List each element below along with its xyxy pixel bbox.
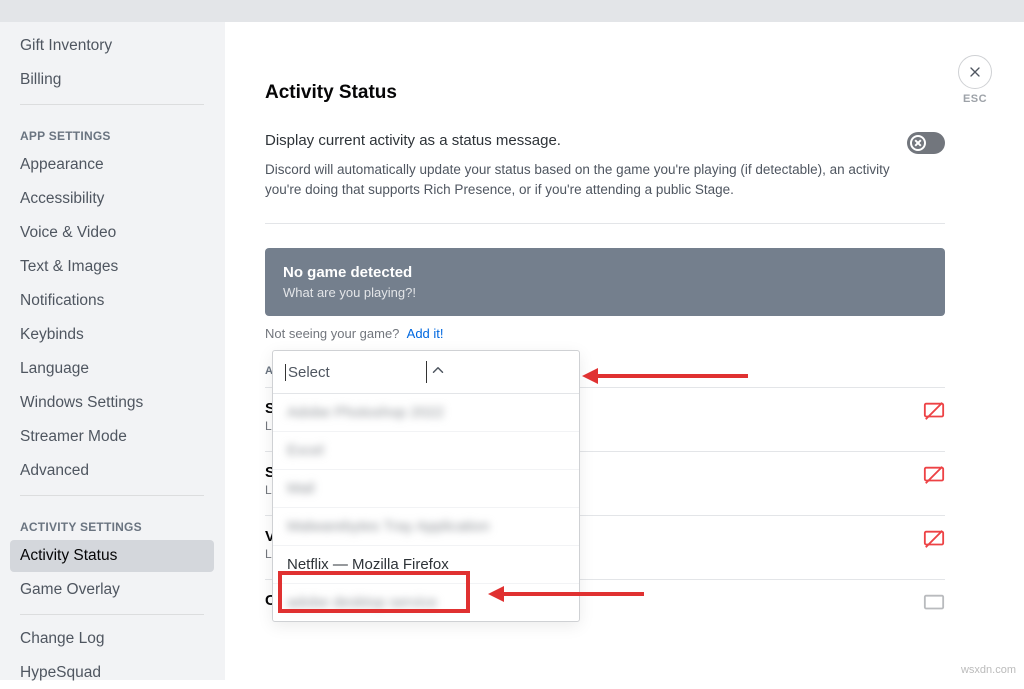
sidebar-item-streamer-mode[interactable]: Streamer Mode — [10, 421, 214, 453]
sidebar-item-gift-inventory[interactable]: Gift Inventory — [10, 30, 214, 62]
sidebar-item-activity-status[interactable]: Activity Status — [10, 540, 214, 572]
select-option[interactable]: Malwarebytes Tray Application — [273, 507, 579, 545]
sidebar-item-voice-video[interactable]: Voice & Video — [10, 217, 214, 249]
divider — [20, 614, 204, 615]
select-option[interactable]: Excel — [273, 431, 579, 469]
annotation-arrow — [488, 586, 644, 602]
sidebar-item-billing[interactable]: Billing — [10, 64, 214, 96]
sidebar-item-game-overlay[interactable]: Game Overlay — [10, 574, 214, 606]
banner-subtitle: What are you playing?! — [283, 285, 927, 300]
divider — [265, 223, 945, 224]
sidebar-item-hypesquad[interactable]: HypeSquad — [10, 657, 214, 689]
divider — [20, 104, 204, 105]
toggle-label-display-activity: Display current activity as a status mes… — [265, 132, 887, 149]
select-option-netflix[interactable]: Netflix — Mozilla Firefox — [273, 545, 579, 583]
sidebar-item-advanced[interactable]: Advanced — [10, 455, 214, 487]
sidebar-item-language[interactable]: Language — [10, 353, 214, 385]
select-placeholder: Select — [285, 364, 426, 381]
select-option[interactable]: Adobe Photoshop 2022 — [273, 394, 579, 431]
annotation-arrow — [582, 368, 748, 384]
overlay-off-icon[interactable] — [923, 464, 945, 486]
add-game-link[interactable]: Add it! — [407, 326, 444, 341]
game-select-dropdown[interactable]: Select Adobe Photoshop 2022 Excel Mail M… — [272, 350, 580, 622]
sidebar-item-appearance[interactable]: Appearance — [10, 149, 214, 181]
watermark: wsxdn.com — [961, 664, 1016, 676]
sidebar-item-keybinds[interactable]: Keybinds — [10, 319, 214, 351]
select-option[interactable]: Mail — [273, 469, 579, 507]
overlay-off-icon[interactable] — [923, 400, 945, 422]
close-icon — [967, 64, 983, 80]
sidebar-item-notifications[interactable]: Notifications — [10, 285, 214, 317]
sidebar-item-text-images[interactable]: Text & Images — [10, 251, 214, 283]
close-button[interactable] — [958, 55, 992, 89]
select-input-row[interactable]: Select — [273, 351, 579, 394]
sidebar-header-app-settings: APP SETTINGS — [10, 113, 214, 149]
sidebar-item-accessibility[interactable]: Accessibility — [10, 183, 214, 215]
window-titlebar — [0, 0, 1024, 22]
overlay-off-icon[interactable] — [923, 528, 945, 550]
toggle-display-activity[interactable] — [907, 132, 945, 154]
page-title: Activity Status — [265, 82, 945, 104]
hint-text: Not seeing your game? — [265, 326, 399, 341]
no-game-banner: No game detected What are you playing?! — [265, 248, 945, 316]
toggle-knob — [910, 135, 926, 151]
toggle-description: Discord will automatically update your s… — [265, 160, 925, 199]
sidebar-header-activity-settings: ACTIVITY SETTINGS — [10, 504, 214, 540]
add-game-hint: Not seeing your game? Add it! — [265, 326, 945, 341]
sidebar-item-change-log[interactable]: Change Log — [10, 623, 214, 655]
overlay-on-icon[interactable] — [923, 592, 945, 614]
banner-title: No game detected — [283, 264, 927, 281]
sidebar-item-windows-settings[interactable]: Windows Settings — [10, 387, 214, 419]
chevron-up-icon — [426, 361, 567, 383]
divider — [20, 495, 204, 496]
esc-label: ESC — [958, 93, 992, 105]
settings-sidebar: Gift Inventory Billing APP SETTINGS Appe… — [0, 22, 225, 680]
